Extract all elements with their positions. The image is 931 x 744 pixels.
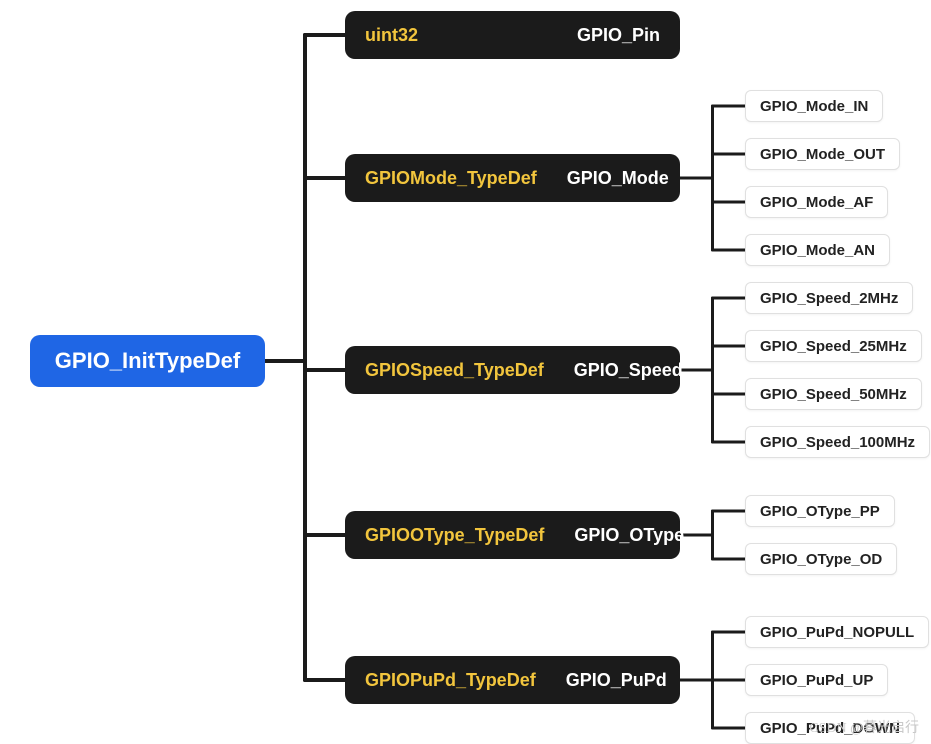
enum-value: GPIO_Speed_100MHz bbox=[745, 426, 930, 458]
enum-value: GPIO_OType_PP bbox=[745, 495, 895, 527]
enum-value: GPIO_Mode_IN bbox=[745, 90, 883, 122]
enum-value: GPIO_Speed_2MHz bbox=[745, 282, 913, 314]
enum-value: GPIO_Mode_AN bbox=[745, 234, 890, 266]
member-name: GPIO_PuPd bbox=[566, 670, 667, 691]
enum-value: GPIO_Speed_25MHz bbox=[745, 330, 922, 362]
diagram-stage: GPIO_InitTypeDef uint32 GPIO_Pin GPIOMode_… bbox=[0, 0, 931, 743]
member-type: GPIOOType_TypeDef bbox=[365, 525, 544, 546]
root-node: GPIO_InitTypeDef bbox=[30, 335, 265, 387]
enum-value: GPIO_Mode_OUT bbox=[745, 138, 900, 170]
member-node: GPIOMode_TypeDef GPIO_Mode bbox=[345, 154, 680, 202]
member-node: GPIOSpeed_TypeDef GPIO_Speed bbox=[345, 346, 680, 394]
enum-value: GPIO_PuPd_NOPULL bbox=[745, 616, 929, 648]
member-node: uint32 GPIO_Pin bbox=[345, 11, 680, 59]
member-name: GPIO_OType bbox=[574, 525, 684, 546]
member-name: GPIO_Pin bbox=[577, 25, 660, 46]
root-label: GPIO_InitTypeDef bbox=[55, 348, 240, 374]
enum-value: GPIO_Mode_AF bbox=[745, 186, 888, 218]
member-type: GPIOPuPd_TypeDef bbox=[365, 670, 536, 691]
member-type: uint32 bbox=[365, 25, 547, 46]
member-type: GPIOSpeed_TypeDef bbox=[365, 360, 544, 381]
enum-value: GPIO_PuPd_UP bbox=[745, 664, 888, 696]
enum-value: GPIO_Speed_50MHz bbox=[745, 378, 922, 410]
enum-value: GPIO_OType_OD bbox=[745, 543, 897, 575]
watermark: CSDN @暮光启行 bbox=[809, 717, 919, 737]
member-node: GPIOPuPd_TypeDef GPIO_PuPd bbox=[345, 656, 680, 704]
member-node: GPIOOType_TypeDefGPIO_OType bbox=[345, 511, 680, 559]
member-name: GPIO_Speed bbox=[574, 360, 683, 381]
member-type: GPIOMode_TypeDef bbox=[365, 168, 537, 189]
member-name: GPIO_Mode bbox=[567, 168, 669, 189]
